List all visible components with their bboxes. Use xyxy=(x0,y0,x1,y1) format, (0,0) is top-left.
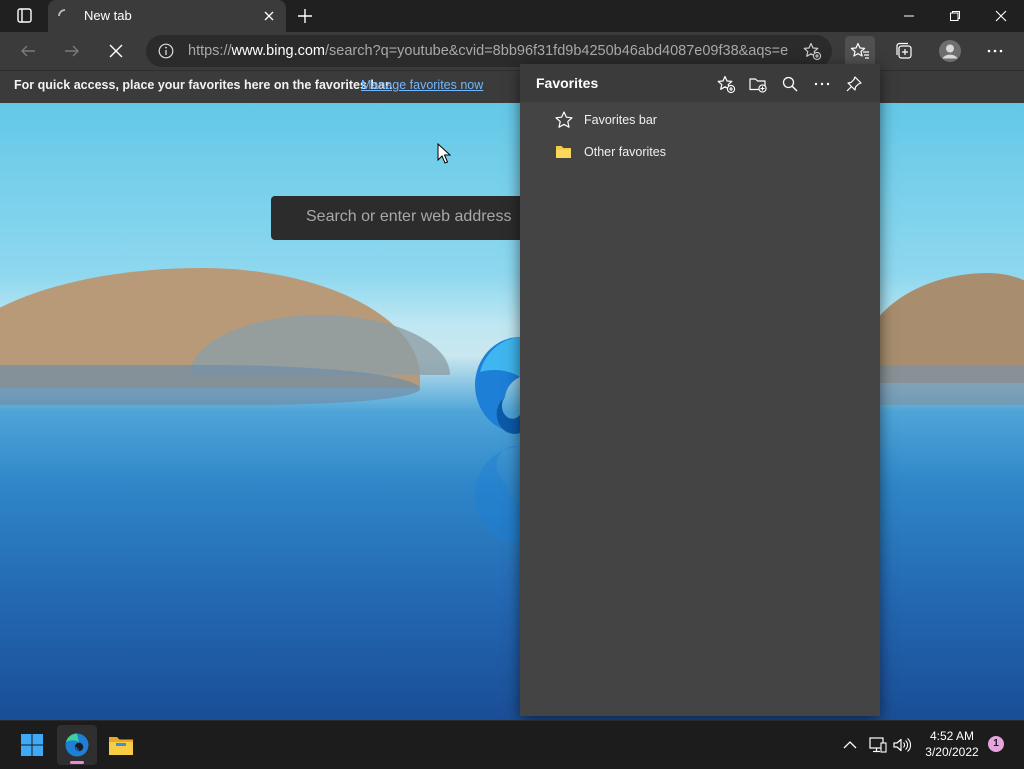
background-shore-right xyxy=(880,365,1024,405)
close-tab-icon[interactable] xyxy=(262,9,276,23)
clock-date: 3/20/2022 xyxy=(925,745,979,759)
system-clock[interactable]: 4:52 AM 3/20/2022 xyxy=(916,728,988,760)
favorites-item-other-favorites[interactable]: Other favorites xyxy=(520,137,880,167)
title-bar: New tab xyxy=(0,0,1024,32)
notification-badge[interactable]: 1 xyxy=(988,736,1004,752)
favorites-item-label: Favorites bar xyxy=(584,113,657,127)
taskbar: 4:52 AM 3/20/2022 1 xyxy=(0,720,1024,769)
close-window-button[interactable] xyxy=(978,0,1024,32)
favorites-bar-message: For quick access, place your favorites h… xyxy=(14,78,393,92)
add-page-to-favorites-icon[interactable] xyxy=(714,72,738,96)
favorites-button[interactable] xyxy=(845,36,875,66)
favorites-panel: Favorites Favorites bar Other favorites xyxy=(520,64,880,716)
search-placeholder: Search or enter web address xyxy=(306,208,512,225)
background-shore-left xyxy=(0,365,420,405)
tab-title: New tab xyxy=(84,8,132,23)
url-text[interactable]: https://www.bing.com/search?q=youtube&cv… xyxy=(188,43,788,59)
clock-time: 4:52 AM xyxy=(929,729,975,743)
add-favorite-star-icon[interactable] xyxy=(802,41,822,61)
folder-icon xyxy=(554,143,574,161)
search-favorites-icon[interactable] xyxy=(778,72,802,96)
taskbar-file-explorer-button[interactable] xyxy=(101,725,141,765)
star-icon xyxy=(554,111,574,129)
favorites-item-favorites-bar[interactable]: Favorites bar xyxy=(520,105,880,135)
site-info-icon[interactable] xyxy=(158,43,174,59)
network-icon[interactable] xyxy=(868,735,888,755)
tab-actions-icon[interactable] xyxy=(10,7,38,25)
back-button[interactable] xyxy=(13,36,43,66)
manage-favorites-link[interactable]: Manage favorites now xyxy=(361,78,483,92)
tab-new-tab[interactable]: New tab xyxy=(48,0,286,32)
settings-more-button[interactable] xyxy=(980,36,1010,66)
stop-loading-button[interactable] xyxy=(101,36,131,66)
new-tab-button[interactable] xyxy=(296,7,314,25)
restore-button[interactable] xyxy=(932,0,978,32)
favorites-panel-title: Favorites xyxy=(536,75,599,91)
taskbar-edge-button[interactable] xyxy=(57,725,97,765)
collections-button[interactable] xyxy=(889,36,919,66)
active-app-indicator xyxy=(70,761,84,764)
more-options-icon[interactable] xyxy=(810,72,834,96)
forward-button[interactable] xyxy=(57,36,87,66)
favorites-item-label: Other favorites xyxy=(584,145,666,159)
address-bar[interactable]: https://www.bing.com/search?q=youtube&cv… xyxy=(146,35,832,67)
favorites-panel-header: Favorites xyxy=(520,64,880,102)
mouse-pointer-icon xyxy=(437,143,451,165)
volume-icon[interactable] xyxy=(892,735,912,755)
add-folder-icon[interactable] xyxy=(746,72,770,96)
pin-favorites-icon[interactable] xyxy=(842,72,866,96)
show-hidden-icons-chevron-icon[interactable] xyxy=(840,735,860,755)
loading-spinner-icon xyxy=(58,9,72,23)
start-button[interactable] xyxy=(12,725,52,765)
profile-button[interactable] xyxy=(935,36,965,66)
minimize-button[interactable] xyxy=(886,0,932,32)
